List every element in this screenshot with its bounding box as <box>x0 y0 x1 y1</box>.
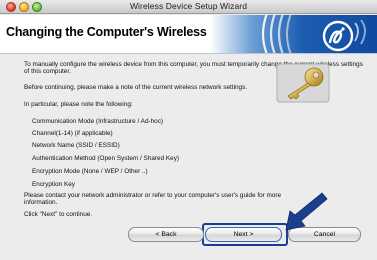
window-title: Wireless Device Setup Wizard <box>129 1 248 11</box>
setting-item: Encryption Key <box>32 181 75 188</box>
key-icon <box>276 63 330 103</box>
contact-text: Please contact your network administrato… <box>24 192 282 207</box>
setting-item: Authentication Method (Open System / Sha… <box>32 155 180 162</box>
back-button[interactable]: < Back <box>128 227 204 242</box>
setting-item: Network Name (SSID / ESSID) <box>32 142 120 149</box>
title-bar[interactable]: Wireless Device Setup Wizard <box>0 0 377 14</box>
pointer-arrow-icon <box>285 192 328 231</box>
next-button[interactable]: Next > <box>205 227 282 242</box>
setting-item: Communication Mode (Infrastructure / Ad-… <box>32 118 164 125</box>
banner-art <box>210 15 377 53</box>
brother-wireless-logo-icon <box>261 15 366 53</box>
setting-item: Channel(1-14) (if applicable) <box>32 130 113 137</box>
wizard-window: Wireless Device Setup Wizard Changing th… <box>0 0 377 260</box>
header-banner: Changing the Computer's Wireless Setting… <box>0 15 377 53</box>
setting-item: Encryption Mode (None / WEP / Other ..) <box>32 168 148 175</box>
